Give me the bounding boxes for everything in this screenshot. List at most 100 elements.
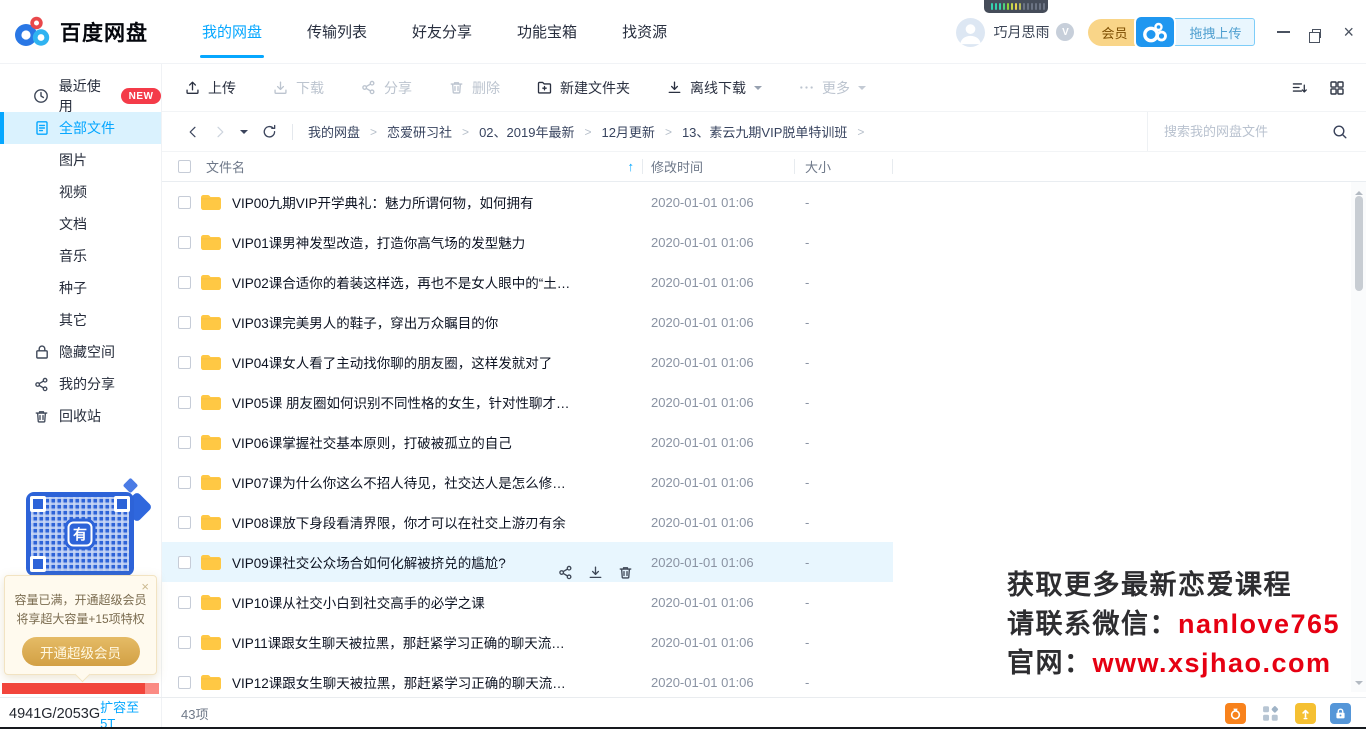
forward-button[interactable] — [213, 125, 227, 139]
row-share-button[interactable] — [558, 565, 573, 580]
search-input[interactable] — [1164, 124, 1332, 139]
row-checkbox[interactable] — [178, 316, 191, 329]
file-name[interactable]: VIP03课完美男人的鞋子，穿出万众瞩目的你 — [232, 312, 498, 332]
sidebar-item-images[interactable]: 图片 — [0, 144, 161, 176]
select-all-checkbox[interactable] — [178, 160, 191, 173]
history-caret-icon[interactable] — [240, 130, 248, 138]
search-box[interactable] — [1147, 112, 1366, 151]
delete-button[interactable]: 删除 — [449, 78, 500, 98]
breadcrumb-item[interactable]: 12月更新 — [601, 122, 654, 141]
table-row[interactable]: VIP09课社交公众场合如何化解被挤兑的尴尬?2020-01-01 01:06- — [162, 542, 893, 582]
table-row[interactable]: VIP03课完美男人的鞋子，穿出万众瞩目的你2020-01-01 01:06- — [162, 302, 893, 342]
close-button[interactable]: × — [1343, 23, 1354, 41]
row-checkbox[interactable] — [178, 596, 191, 609]
sort-asc-icon[interactable]: ↑ — [628, 159, 635, 174]
nav-tab-toolbox[interactable]: 功能宝箱 — [517, 0, 577, 63]
nav-tab-friend-shares[interactable]: 好友分享 — [412, 0, 472, 63]
scrollbar[interactable] — [1351, 182, 1366, 692]
sidebar-item-torrents[interactable]: 种子 — [0, 272, 161, 304]
file-name[interactable]: VIP08课放下身段看清界限，你才可以在社交上游刃有余 — [232, 512, 566, 532]
scroll-up-icon[interactable] — [1355, 187, 1363, 195]
sidebar-item-music[interactable]: 音乐 — [0, 240, 161, 272]
refresh-button[interactable] — [262, 124, 277, 139]
sidebar-item-all-files[interactable]: 全部文件 — [0, 112, 161, 144]
sidebar-item-hidden-space[interactable]: 隐藏空间 — [0, 336, 161, 368]
column-modified[interactable]: 修改时间 — [643, 152, 795, 181]
share-button[interactable]: 分享 — [361, 78, 412, 98]
user-name[interactable]: 巧月思雨 — [993, 22, 1049, 42]
scroll-down-icon[interactable] — [1355, 681, 1363, 689]
more-button[interactable]: 更多 — [799, 78, 866, 98]
breadcrumb-item[interactable]: 13、素云九期VIP脱单特训班 — [682, 122, 847, 141]
row-checkbox[interactable] — [178, 636, 191, 649]
row-checkbox[interactable] — [178, 356, 191, 369]
breadcrumb-item[interactable]: 我的网盘 — [308, 122, 360, 141]
row-delete-button[interactable] — [618, 565, 633, 580]
sidebar-item-recycle-bin[interactable]: 回收站 — [0, 400, 161, 432]
search-icon[interactable] — [1332, 124, 1348, 140]
table-row[interactable]: VIP04课女人看了主动找你聊的朋友圈，这样发就对了2020-01-01 01:… — [162, 342, 893, 382]
row-checkbox[interactable] — [178, 236, 191, 249]
drag-upload-button[interactable]: 拖拽上传 — [1171, 18, 1255, 46]
file-name[interactable]: VIP05课 朋友圈如何识别不同性格的女生，针对性聊才会更高效 — [232, 392, 577, 412]
scrollbar-thumb[interactable] — [1355, 196, 1363, 291]
sort-order-icon[interactable] — [1291, 80, 1308, 95]
breadcrumb-item[interactable]: 02、2019年最新 — [479, 122, 574, 141]
mini-apps-icon[interactable] — [1260, 703, 1281, 724]
file-name[interactable]: VIP02课合适你的着装这样选，再也不是女人眼中的“土包子” — [232, 272, 577, 292]
sidebar-item-documents[interactable]: 文档 — [0, 208, 161, 240]
nav-tab-my-drive[interactable]: 我的网盘 — [202, 0, 262, 63]
close-icon[interactable]: × — [141, 579, 149, 594]
file-name[interactable]: VIP04课女人看了主动找你聊的朋友圈，这样发就对了 — [232, 352, 552, 372]
avatar[interactable] — [956, 18, 985, 47]
nav-tab-transfer-list[interactable]: 传输列表 — [307, 0, 367, 63]
table-row[interactable]: VIP00九期VIP开学典礼：魅力所谓何物，如何拥有2020-01-01 01:… — [162, 182, 893, 222]
row-checkbox[interactable] — [178, 476, 191, 489]
rewards-icon[interactable] — [1225, 703, 1246, 724]
table-row[interactable]: VIP02课合适你的着装这样选，再也不是女人眼中的“土包子”2020-01-01… — [162, 262, 893, 302]
sidebar-item-my-shares[interactable]: 我的分享 — [0, 368, 161, 400]
restore-button[interactable] — [1312, 27, 1321, 38]
row-checkbox[interactable] — [178, 196, 191, 209]
column-filename-label[interactable]: 文件名 — [206, 157, 245, 176]
column-size[interactable]: 大小 — [795, 152, 893, 181]
nav-tab-find-resources[interactable]: 找资源 — [622, 0, 667, 63]
netdisk-mini-logo-icon[interactable] — [1136, 17, 1174, 47]
table-row[interactable]: VIP06课掌握社交基本原则，打破被孤立的自己2020-01-01 01:06- — [162, 422, 893, 462]
table-row[interactable]: VIP12课跟女生聊天被拉黑，那赶紧学习正确的聊天流程（下）2020-01-01… — [162, 662, 893, 697]
file-name[interactable]: VIP09课社交公众场合如何化解被挤兑的尴尬? — [232, 552, 506, 572]
row-checkbox[interactable] — [178, 276, 191, 289]
expand-storage-link[interactable]: 扩容至5T — [100, 697, 154, 731]
upgrade-svip-button[interactable]: 开通超级会员 — [22, 637, 140, 666]
file-name[interactable]: VIP12课跟女生聊天被拉黑，那赶紧学习正确的聊天流程（下） — [232, 672, 577, 692]
sidebar-item-videos[interactable]: 视频 — [0, 176, 161, 208]
table-row[interactable]: VIP07课为什么你这么不招人待见，社交达人是怎么修炼的?2020-01-01 … — [162, 462, 893, 502]
table-row[interactable]: VIP01课男神发型改造，打造你高气场的发型魅力2020-01-01 01:06… — [162, 222, 893, 262]
row-download-button[interactable] — [588, 565, 603, 580]
row-checkbox[interactable] — [178, 556, 191, 569]
file-name[interactable]: VIP00九期VIP开学典礼：魅力所谓何物，如何拥有 — [232, 192, 534, 212]
hidden-space-icon[interactable] — [1330, 703, 1351, 724]
file-name[interactable]: VIP07课为什么你这么不招人待见，社交达人是怎么修炼的? — [232, 472, 577, 492]
grid-view-icon[interactable] — [1329, 80, 1345, 96]
file-name[interactable]: VIP06课掌握社交基本原则，打破被孤立的自己 — [232, 432, 512, 452]
row-checkbox[interactable] — [178, 676, 191, 689]
offline-download-button[interactable]: 离线下载 — [667, 78, 762, 98]
table-row[interactable]: VIP05课 朋友圈如何识别不同性格的女生，针对性聊才会更高效2020-01-0… — [162, 382, 893, 422]
row-checkbox[interactable] — [178, 436, 191, 449]
download-button[interactable]: 下载 — [273, 78, 324, 98]
row-checkbox[interactable] — [178, 396, 191, 409]
file-name[interactable]: VIP10课从社交小白到社交高手的必学之课 — [232, 592, 485, 612]
member-badge[interactable]: 会员 — [1088, 19, 1139, 46]
sidebar-item-recent[interactable]: 最近使用NEW — [0, 80, 161, 112]
table-row[interactable]: VIP08课放下身段看清界限，你才可以在社交上游刃有余2020-01-01 01… — [162, 502, 893, 542]
sidebar-item-other[interactable]: 其它 — [0, 304, 161, 336]
row-checkbox[interactable] — [178, 516, 191, 529]
back-button[interactable] — [186, 125, 200, 139]
upload-button[interactable]: 上传 — [185, 78, 236, 98]
table-row[interactable]: VIP10课从社交小白到社交高手的必学之课2020-01-01 01:06- — [162, 582, 893, 622]
new-folder-button[interactable]: 新建文件夹 — [537, 78, 630, 98]
file-name[interactable]: VIP11课跟女生聊天被拉黑，那赶紧学习正确的聊天流程（上） — [232, 632, 577, 652]
upload-tasks-icon[interactable] — [1295, 703, 1316, 724]
file-name[interactable]: VIP01课男神发型改造，打造你高气场的发型魅力 — [232, 232, 525, 252]
